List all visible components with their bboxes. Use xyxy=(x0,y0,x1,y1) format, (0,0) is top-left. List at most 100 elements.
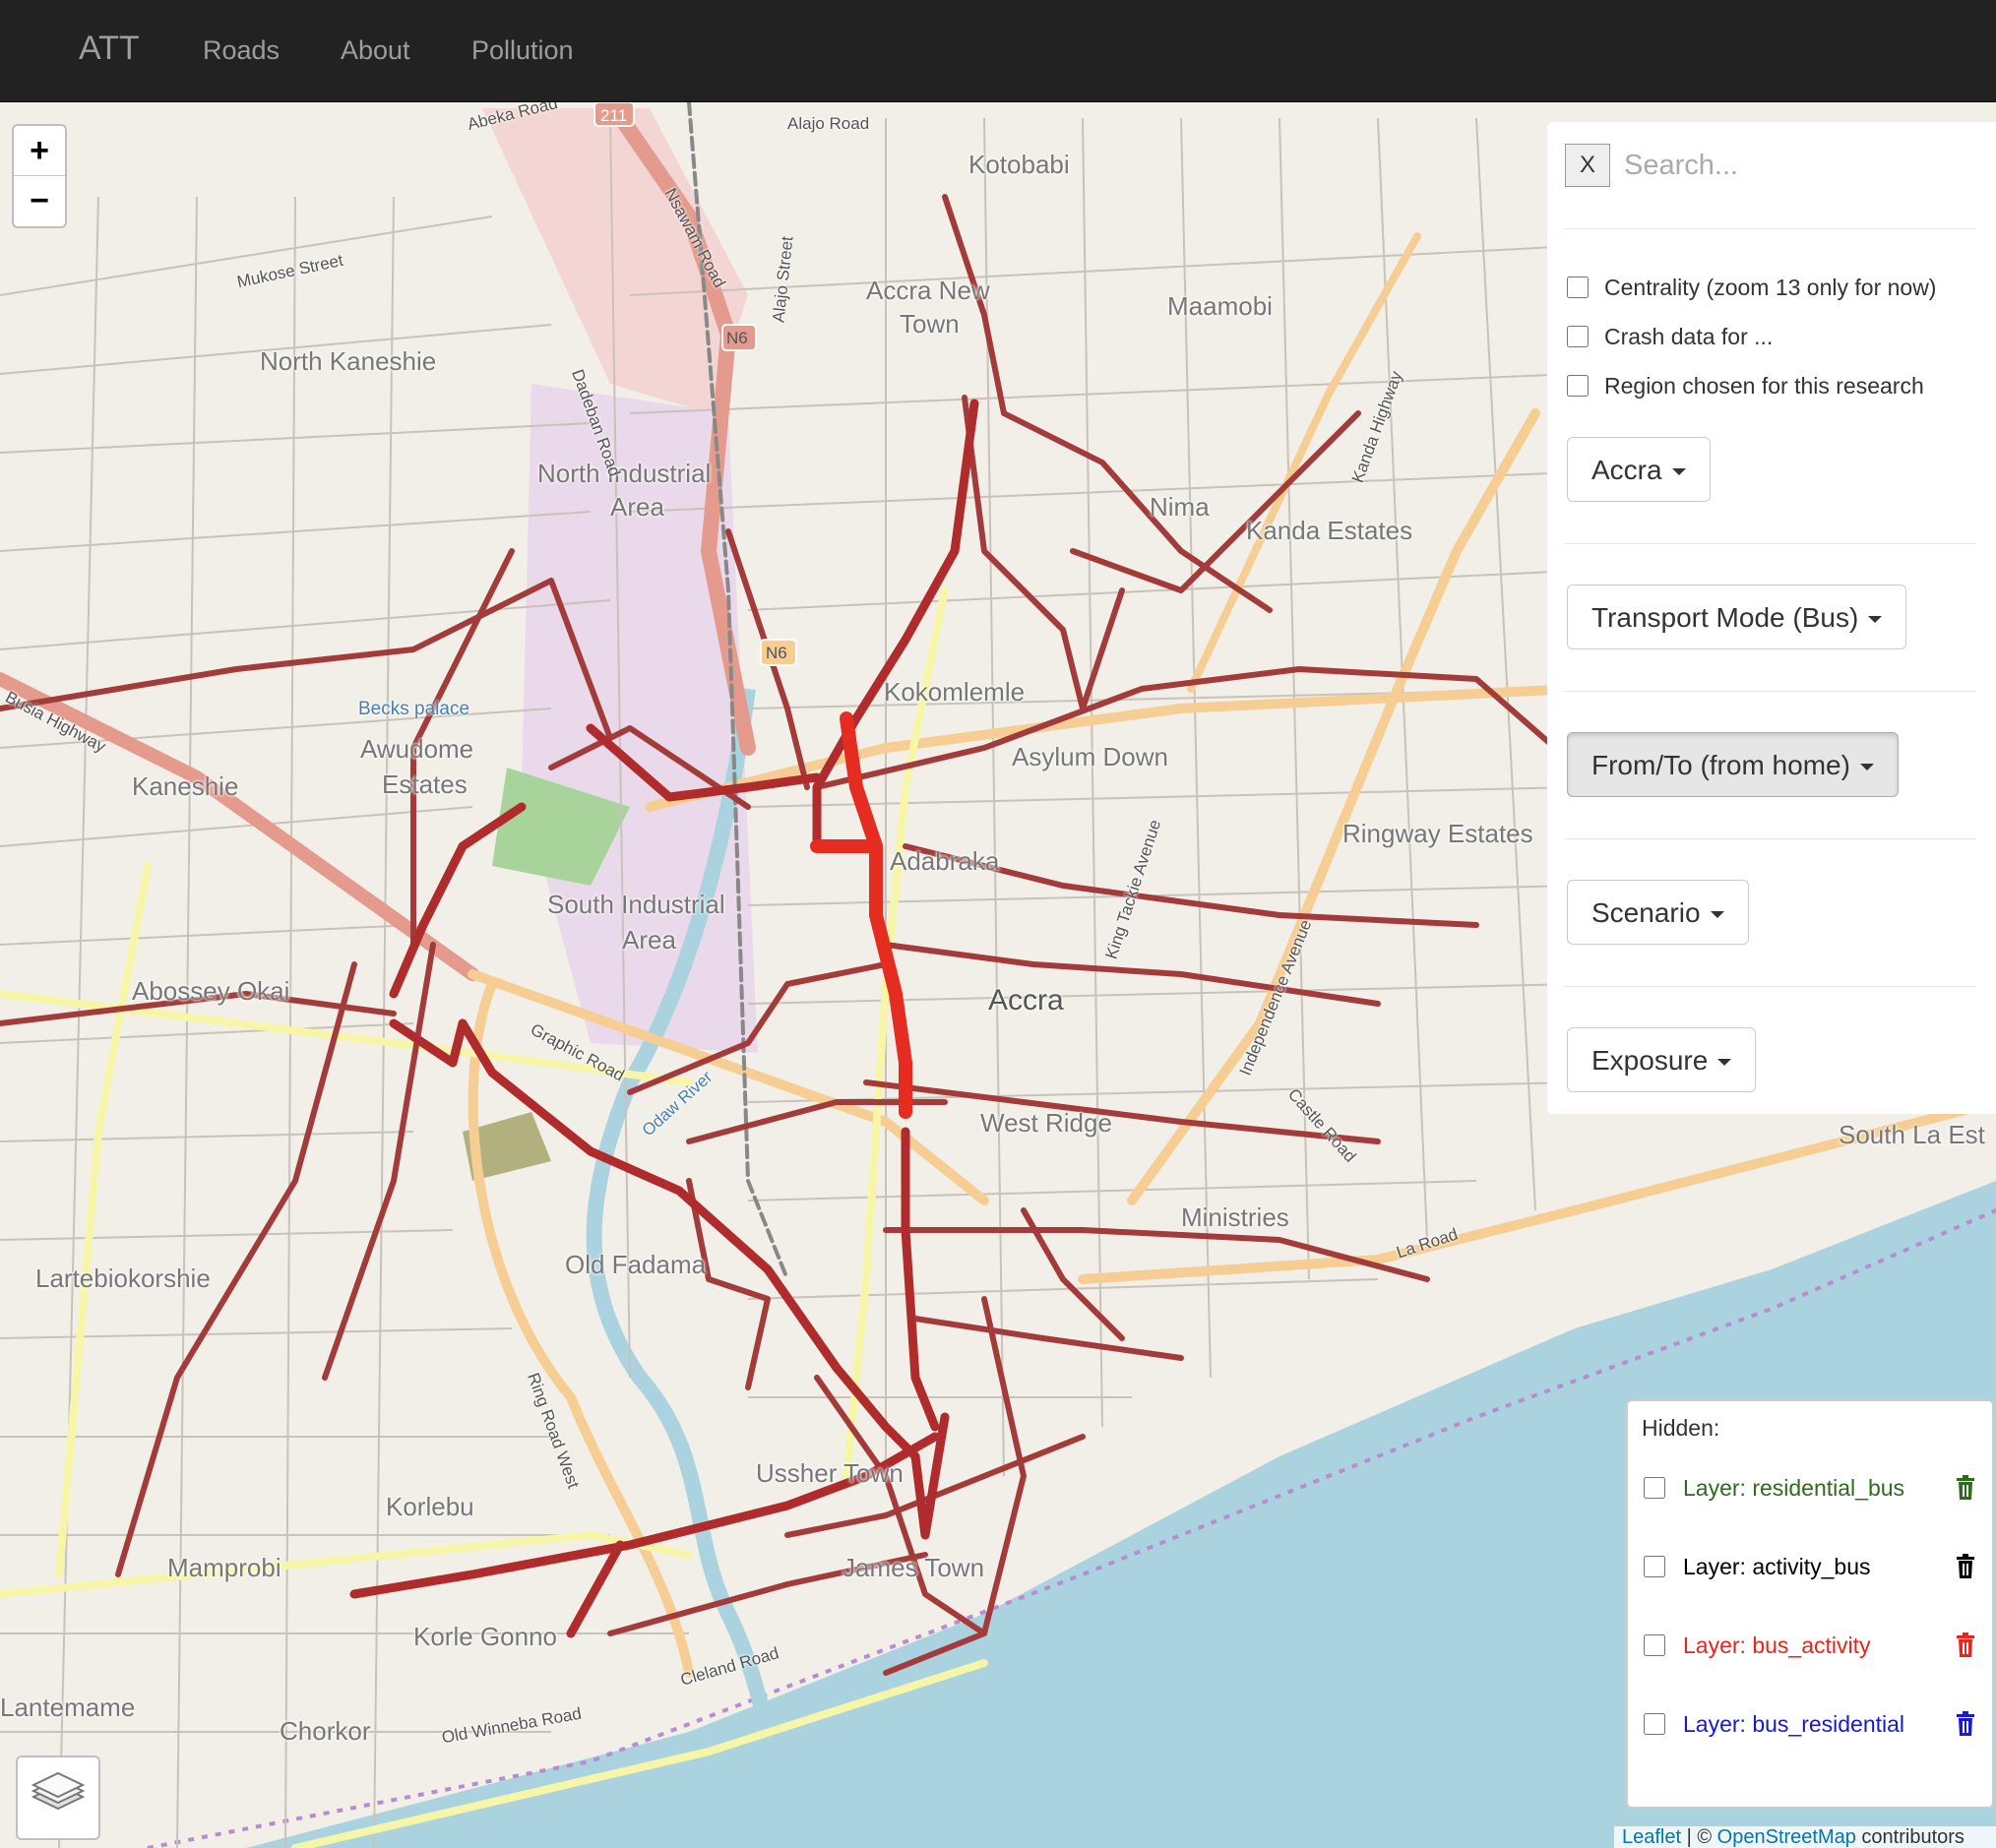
trash-icon[interactable] xyxy=(1955,1632,1976,1658)
checkbox-crash-data[interactable]: Crash data for ... xyxy=(1565,319,1773,354)
place-label: Mamprobi xyxy=(167,1553,281,1582)
legend-title: Hidden: xyxy=(1642,1415,1720,1441)
checkbox-label: Crash data for ... xyxy=(1604,323,1774,349)
nav-link-roads[interactable]: Roads xyxy=(203,35,280,66)
trash-icon[interactable] xyxy=(1955,1475,1976,1501)
layer-label: Layer: bus_activity xyxy=(1683,1632,1871,1658)
from-to-dropdown[interactable]: From/To (from home) xyxy=(1567,732,1899,797)
place-label: Old Fadama xyxy=(565,1250,707,1279)
place-label: North Industrial xyxy=(537,459,712,488)
place-label: Korlebu xyxy=(386,1492,474,1521)
place-label: Chorkor xyxy=(280,1716,371,1746)
zoom-in-button[interactable]: + xyxy=(14,126,65,176)
dropdown-label: From/To (from home) xyxy=(1591,750,1850,780)
trash-icon[interactable] xyxy=(1955,1554,1976,1579)
place-label: Korle Gonno xyxy=(413,1622,557,1651)
city-dropdown[interactable]: Accra xyxy=(1567,437,1711,502)
place-label: North Kaneshie xyxy=(260,346,437,376)
map-attribution: Leaflet | © OpenStreetMap contributors xyxy=(1614,1826,1996,1848)
layers-control-button[interactable] xyxy=(16,1756,100,1840)
place-label: Kotobabi xyxy=(968,150,1070,179)
zoom-out-button[interactable]: − xyxy=(14,176,65,225)
zoom-control: + − xyxy=(12,124,67,228)
caret-down-icon xyxy=(1671,468,1686,476)
dropdown-label: Transport Mode (Bus) xyxy=(1591,602,1859,633)
divider xyxy=(1565,228,1976,229)
layer-label: Layer: bus_residential xyxy=(1683,1710,1905,1737)
layers-icon xyxy=(31,1771,86,1811)
place-label: Lantemame xyxy=(0,1693,136,1722)
layer-row-residential-bus: Layer: residential_bus xyxy=(1642,1470,1976,1506)
place-label: Area xyxy=(622,925,676,955)
place-label: Area xyxy=(610,492,664,522)
divider xyxy=(1565,543,1976,544)
dropdown-label: Exposure xyxy=(1591,1045,1709,1076)
place-label: South Industrial xyxy=(547,890,725,919)
centrality-checkbox[interactable] xyxy=(1567,277,1589,298)
transport-mode-dropdown[interactable]: Transport Mode (Bus) xyxy=(1567,585,1907,649)
place-label: James Town xyxy=(842,1553,985,1582)
place-label: Estates xyxy=(382,770,468,799)
brand-link[interactable]: ATT xyxy=(79,30,140,68)
caret-down-icon xyxy=(1717,1059,1732,1067)
crash-data-checkbox[interactable] xyxy=(1567,326,1589,347)
openstreetmap-link[interactable]: OpenStreetMap xyxy=(1717,1826,1856,1848)
control-panel: X Centrality (zoom 13 only for now) Cras… xyxy=(1547,122,1996,1114)
place-label: Town xyxy=(900,309,960,339)
scenario-dropdown[interactable]: Scenario xyxy=(1567,880,1749,945)
place-label: Ringway Estates xyxy=(1342,819,1533,848)
highway-shield: N6 xyxy=(766,644,787,662)
checkbox-label: Centrality (zoom 13 only for now) xyxy=(1604,274,1937,300)
search-clear-button[interactable]: X xyxy=(1565,144,1610,187)
place-label: Ussher Town xyxy=(756,1458,904,1488)
place-label: Lartebiokorshie xyxy=(35,1263,211,1293)
checkbox-label: Region chosen for this research xyxy=(1604,372,1924,399)
layer-toggle-checkbox[interactable] xyxy=(1644,1634,1665,1656)
layer-toggle-checkbox[interactable] xyxy=(1644,1477,1665,1499)
checkbox-region[interactable]: Region chosen for this research xyxy=(1565,368,1924,403)
hidden-layers-panel: Hidden: Layer: residential_bus Layer: ac… xyxy=(1626,1399,1994,1809)
layer-toggle-checkbox[interactable] xyxy=(1644,1713,1665,1735)
layer-label: Layer: activity_bus xyxy=(1683,1553,1871,1579)
place-label: Asylum Down xyxy=(1012,742,1168,771)
caret-down-icon xyxy=(1868,616,1883,624)
highway-shield: 211 xyxy=(600,106,628,125)
layer-row-activity-bus: Layer: activity_bus xyxy=(1642,1549,1976,1584)
exposure-dropdown[interactable]: Exposure xyxy=(1567,1027,1757,1092)
divider xyxy=(1565,838,1976,839)
attribution-suffix: contributors xyxy=(1855,1826,1965,1848)
divider xyxy=(1565,986,1976,987)
highway-shield: N6 xyxy=(726,329,748,347)
divider xyxy=(1565,691,1976,692)
top-navbar: ATT Roads About Pollution xyxy=(0,0,1996,102)
place-label: Kokomlemle xyxy=(884,677,1026,707)
place-label: Maamobi xyxy=(1167,291,1273,321)
place-label: West Ridge xyxy=(980,1108,1112,1138)
layer-toggle-checkbox[interactable] xyxy=(1644,1556,1665,1577)
place-label: Adabraka xyxy=(890,846,1000,876)
place-label: South La Est xyxy=(1839,1120,1985,1149)
caret-down-icon xyxy=(1859,764,1874,771)
place-label: Accra New xyxy=(866,276,990,305)
checkbox-centrality[interactable]: Centrality (zoom 13 only for now) xyxy=(1565,270,1936,305)
attribution-separator: | © xyxy=(1681,1826,1717,1848)
place-label: Awudome xyxy=(360,734,474,764)
poi-label: Becks palace xyxy=(358,699,470,719)
place-label: Ministries xyxy=(1181,1202,1289,1232)
caret-down-icon xyxy=(1710,911,1724,919)
dropdown-label: Scenario xyxy=(1591,897,1701,928)
place-label: Kaneshie xyxy=(132,771,239,801)
leaflet-link[interactable]: Leaflet xyxy=(1622,1826,1681,1848)
nav-link-pollution[interactable]: Pollution xyxy=(471,35,574,66)
layer-row-bus-activity: Layer: bus_activity xyxy=(1642,1628,1976,1663)
place-label: Accra xyxy=(988,984,1064,1016)
place-label: Nima xyxy=(1150,492,1210,522)
layer-label: Layer: residential_bus xyxy=(1683,1474,1905,1501)
layer-row-bus-residential: Layer: bus_residential xyxy=(1642,1706,1976,1742)
search-input[interactable] xyxy=(1622,140,1951,191)
nav-link-about[interactable]: About xyxy=(341,35,410,66)
dropdown-label: Accra xyxy=(1591,455,1662,485)
place-label: Abossey Okai xyxy=(132,976,290,1006)
trash-icon[interactable] xyxy=(1955,1711,1976,1737)
region-checkbox[interactable] xyxy=(1567,375,1589,397)
